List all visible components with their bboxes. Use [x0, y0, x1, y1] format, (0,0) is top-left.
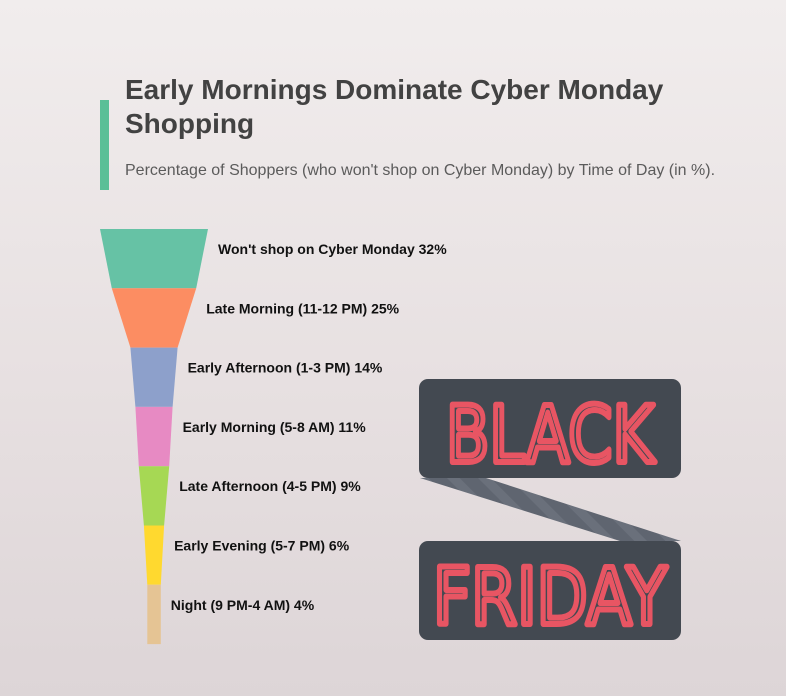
black-friday-sign-icon: BLACK FRIDAY	[419, 379, 681, 646]
friday-word: FRIDAY	[433, 553, 667, 643]
ribbon-band	[420, 478, 681, 541]
black-word: BLACK	[446, 391, 655, 481]
